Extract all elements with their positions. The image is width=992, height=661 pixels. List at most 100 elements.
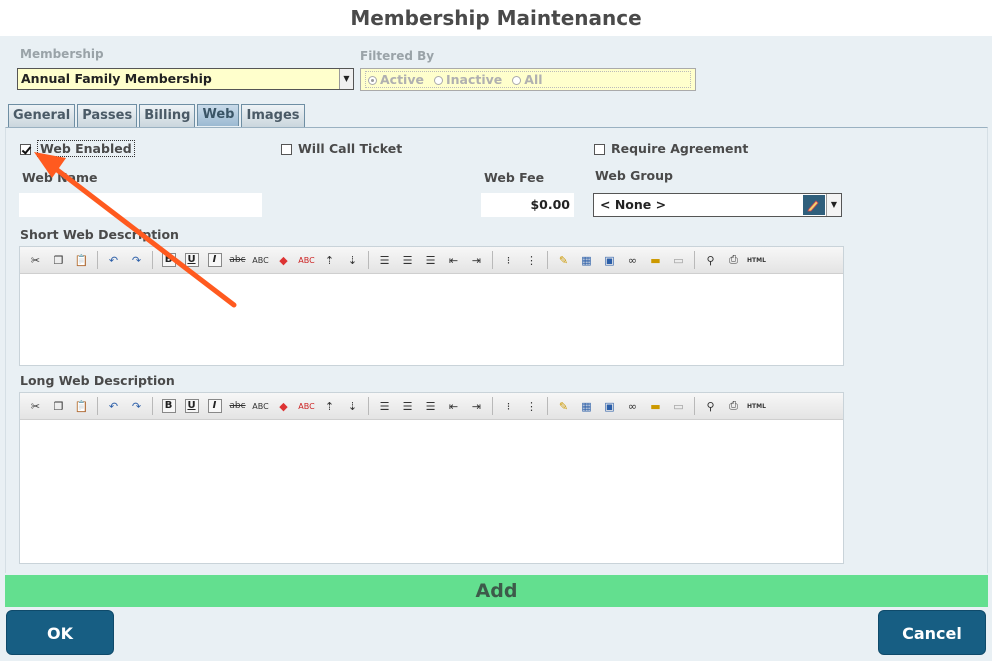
membership-select-value: Annual Family Membership [21, 71, 212, 86]
table-icon[interactable]: ▦ [576, 396, 597, 416]
italic-icon[interactable]: I [204, 250, 225, 270]
placeholder-icon[interactable]: ▭ [668, 396, 689, 416]
outdent-icon[interactable]: ⇤ [443, 396, 464, 416]
web-group-label: Web Group [595, 168, 673, 183]
media-icon[interactable]: ▬ [645, 396, 666, 416]
tab-images[interactable]: Images [241, 104, 305, 128]
align-left-icon[interactable]: ☰ [374, 250, 395, 270]
align-right-icon[interactable]: ☰ [420, 250, 441, 270]
underline-icon[interactable]: U [181, 250, 202, 270]
toolbar-separator [492, 397, 493, 415]
tab-passes[interactable]: Passes [77, 104, 138, 128]
indent-icon[interactable]: ⇥ [466, 396, 487, 416]
spellcheck-icon[interactable]: ABC [250, 250, 271, 270]
ok-button[interactable]: OK [6, 610, 114, 655]
eraser-icon[interactable]: ◆ [273, 250, 294, 270]
sort-ascending-icon[interactable]: ⇡ [319, 396, 340, 416]
membership-label: Membership [20, 47, 104, 61]
toolbar-separator [694, 397, 695, 415]
cancel-button[interactable]: Cancel [878, 610, 986, 655]
copy-icon[interactable]: ❐ [48, 250, 69, 270]
bold-icon[interactable]: B [158, 396, 179, 416]
radio-icon [368, 76, 377, 85]
html-icon[interactable]: HTML [746, 250, 767, 270]
filter-label: Filtered By [360, 49, 435, 63]
sort-ascending-icon[interactable]: ⇡ [319, 250, 340, 270]
web-fee-input[interactable]: $0.00 [481, 193, 574, 217]
redo-icon[interactable]: ↷ [126, 396, 147, 416]
bold-icon[interactable]: B [158, 250, 179, 270]
placeholder-icon[interactable]: ▭ [668, 250, 689, 270]
toolbar-separator [547, 251, 548, 269]
sort-descending-icon[interactable]: ⇣ [342, 250, 363, 270]
align-center-icon[interactable]: ☰ [397, 250, 418, 270]
radio-icon [433, 76, 443, 85]
spellcheck-icon[interactable]: ABC [250, 396, 271, 416]
text-color-icon[interactable]: ABC [296, 250, 317, 270]
find-icon[interactable]: ⚲ [700, 396, 721, 416]
find-icon[interactable]: ⚲ [700, 250, 721, 270]
web-enabled-label: Web Enabled [37, 140, 135, 157]
align-left-icon[interactable]: ☰ [374, 396, 395, 416]
edit-icon[interactable]: ✎ [553, 396, 574, 416]
eraser-icon[interactable]: ◆ [273, 396, 294, 416]
tab-web[interactable]: Web [197, 104, 240, 126]
checkbox-icon [594, 144, 605, 155]
numbered-list-icon[interactable]: ⋮ [521, 250, 542, 270]
add-button[interactable]: Add [5, 575, 988, 607]
edit-pencil-icon[interactable] [803, 195, 825, 215]
print-icon[interactable]: ⎙ [723, 396, 744, 416]
filter-option-inactive[interactable]: Inactive [433, 72, 502, 87]
outdent-icon[interactable]: ⇤ [443, 250, 464, 270]
numbered-list-icon[interactable]: ⋮ [521, 396, 542, 416]
table-icon[interactable]: ▦ [576, 250, 597, 270]
media-icon[interactable]: ▬ [645, 250, 666, 270]
sort-descending-icon[interactable]: ⇣ [342, 396, 363, 416]
web-group-select[interactable]: < None > ▼ [593, 193, 842, 217]
cut-icon[interactable]: ✂ [25, 250, 46, 270]
image-icon[interactable]: ▣ [599, 250, 620, 270]
toolbar-separator [492, 251, 493, 269]
text-color-icon[interactable]: ABC [296, 396, 317, 416]
radio-icon [512, 76, 522, 85]
tab-billing[interactable]: Billing [139, 104, 196, 128]
align-right-icon[interactable]: ☰ [420, 396, 441, 416]
paste-icon[interactable]: 📋 [71, 396, 92, 416]
membership-select[interactable]: Annual Family Membership ▼ [17, 68, 354, 90]
link-icon[interactable]: ∞ [622, 250, 643, 270]
filter-radio-group: Active Inactive All [360, 68, 696, 91]
toolbar-separator [97, 397, 98, 415]
redo-icon[interactable]: ↷ [126, 250, 147, 270]
filter-option-active[interactable]: Active [368, 72, 424, 87]
italic-icon[interactable]: I [204, 396, 225, 416]
chevron-down-icon[interactable]: ▼ [339, 69, 353, 89]
undo-icon[interactable]: ↶ [103, 396, 124, 416]
filter-option-all[interactable]: All [512, 72, 543, 87]
align-center-icon[interactable]: ☰ [397, 396, 418, 416]
indent-icon[interactable]: ⇥ [466, 250, 487, 270]
cut-icon[interactable]: ✂ [25, 396, 46, 416]
web-name-input[interactable] [19, 193, 262, 217]
print-icon[interactable]: ⎙ [723, 250, 744, 270]
require-agreement-checkbox[interactable]: Require Agreement [594, 141, 748, 156]
link-icon[interactable]: ∞ [622, 396, 643, 416]
paste-icon[interactable]: 📋 [71, 250, 92, 270]
tab-general[interactable]: General [8, 104, 76, 128]
underline-icon[interactable]: U [181, 396, 202, 416]
strikethrough-icon[interactable]: abc [227, 396, 248, 416]
edit-icon[interactable]: ✎ [553, 250, 574, 270]
will-call-ticket-checkbox[interactable]: Will Call Ticket [281, 141, 402, 156]
toolbar-separator [547, 397, 548, 415]
chevron-down-icon[interactable]: ▼ [826, 194, 841, 216]
copy-icon[interactable]: ❐ [48, 396, 69, 416]
checkbox-icon [281, 144, 292, 155]
image-icon[interactable]: ▣ [599, 396, 620, 416]
html-icon[interactable]: HTML [746, 396, 767, 416]
checkbox-checked-icon [20, 144, 31, 155]
bulleted-list-icon[interactable]: ⁝ [498, 250, 519, 270]
toolbar-separator [368, 397, 369, 415]
bulleted-list-icon[interactable]: ⁝ [498, 396, 519, 416]
web-enabled-checkbox[interactable]: Web Enabled [20, 140, 135, 157]
undo-icon[interactable]: ↶ [103, 250, 124, 270]
strikethrough-icon[interactable]: abc [227, 250, 248, 270]
